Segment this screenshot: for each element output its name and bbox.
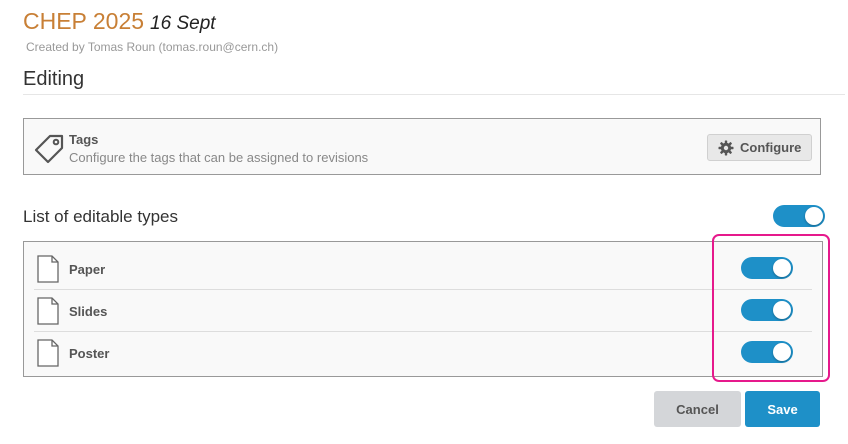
- event-date: 16 Sept: [150, 13, 216, 34]
- tag-icon: [34, 134, 64, 164]
- type-label-poster: Poster: [69, 346, 110, 361]
- configure-button[interactable]: Configure: [707, 134, 812, 161]
- editable-types-list: Paper Slides Poster: [23, 241, 823, 377]
- list-item-poster: Poster: [34, 331, 812, 373]
- file-icon: [37, 255, 59, 283]
- editable-types-label: List of editable types: [23, 207, 178, 226]
- file-icon: [37, 297, 59, 325]
- tags-title: Tags: [69, 132, 99, 147]
- tags-panel: Tags Configure the tags that can be assi…: [23, 118, 821, 175]
- divider: [23, 94, 845, 95]
- toggles-highlight-box: [712, 234, 830, 382]
- toggle-knob: [805, 207, 823, 225]
- list-item-paper: Paper: [34, 247, 812, 290]
- created-by-text: Created by Tomas Roun (tomas.roun@cern.c…: [26, 40, 279, 54]
- page-header: CHEP 2025 16 Sept: [23, 8, 216, 35]
- save-button[interactable]: Save: [745, 391, 820, 427]
- tags-description: Configure the tags that can be assigned …: [69, 150, 369, 165]
- section-heading: Editing: [23, 68, 85, 90]
- editable-types-master-toggle[interactable]: [773, 205, 825, 227]
- file-icon: [37, 339, 59, 367]
- configure-label: Configure: [740, 140, 802, 155]
- type-label-paper: Paper: [69, 262, 106, 277]
- event-title: CHEP 2025: [23, 8, 145, 34]
- gear-icon: [718, 140, 734, 155]
- cancel-button[interactable]: Cancel: [654, 391, 741, 427]
- list-item-slides: Slides: [34, 289, 812, 332]
- type-label-slides: Slides: [69, 304, 108, 319]
